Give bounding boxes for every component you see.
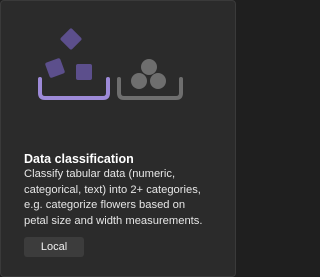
sorting-shapes-icon — [38, 28, 110, 100]
description-line: e.g. categorize flowers based on — [24, 199, 186, 211]
classification-illustration — [38, 28, 183, 100]
grouped-circles-icon — [117, 59, 183, 100]
card-description: Classify tabular data (numeric, categori… — [24, 167, 229, 229]
local-tag: Local — [24, 237, 84, 257]
data-classification-card[interactable]: Data classification Classify tabular dat… — [0, 0, 236, 277]
description-line: categorical, text) into 2+ categories, — [24, 183, 201, 196]
card-title: Data classification — [24, 152, 134, 166]
description-line: Classify tabular data (numeric, — [24, 168, 176, 180]
description-line: petal size and width measurements. — [24, 214, 203, 227]
